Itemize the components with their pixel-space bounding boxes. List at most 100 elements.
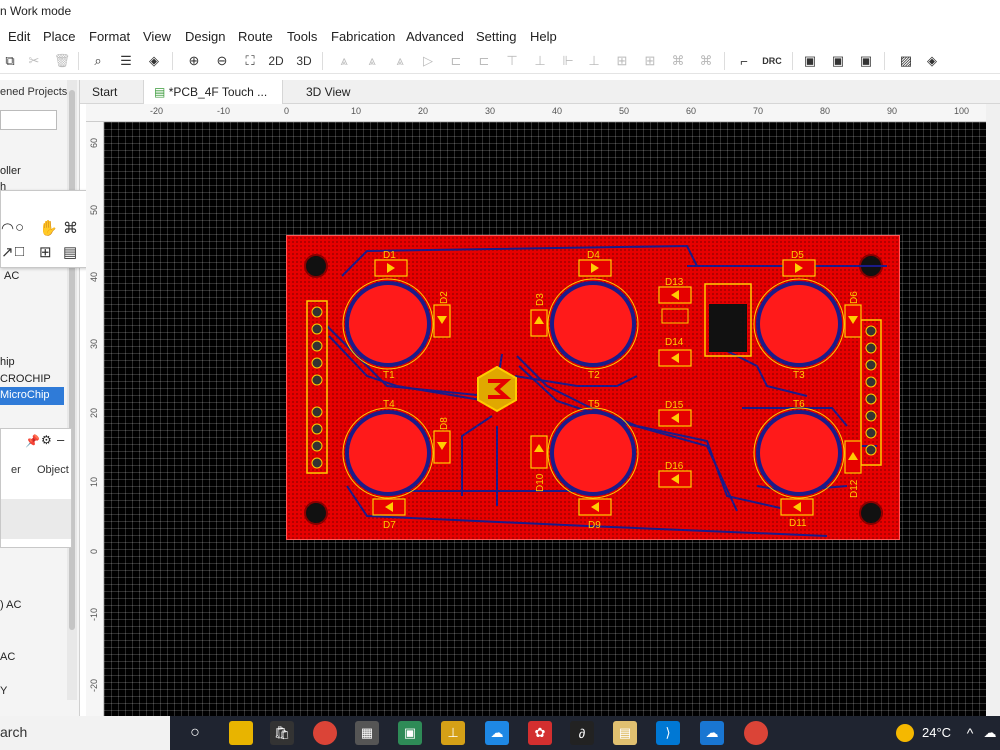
file-explorer-icon[interactable] — [229, 721, 253, 745]
align-bottom-icon[interactable]: ⊏ — [474, 52, 494, 70]
list-item[interactable]: ) AC — [0, 599, 21, 611]
align-middle-icon[interactable]: ⊏ — [446, 52, 466, 70]
fit-view-icon[interactable]: ⛶ — [240, 52, 260, 70]
list-item-selected[interactable]: MicroChip — [0, 387, 64, 405]
search-icon[interactable]: ⌕ — [88, 52, 108, 70]
arrow-icon[interactable]: ↗ — [1, 243, 14, 261]
document-app-icon[interactable]: ▤ — [613, 721, 637, 745]
mounting-hole — [304, 501, 328, 525]
left-panel-scroll-thumb[interactable] — [69, 90, 75, 630]
right-panel-edge — [986, 104, 1000, 716]
tab-object[interactable]: Object — [27, 459, 79, 483]
taskbar-search[interactable]: arch — [0, 716, 170, 750]
snap-icon[interactable]: ⌘ — [696, 52, 716, 70]
menu-fabrication[interactable]: Fabrication — [331, 29, 395, 44]
route-icon[interactable]: ⌐ — [734, 52, 754, 70]
zoom-out-icon[interactable]: ⊖ — [212, 52, 232, 70]
align-left-icon[interactable]: ⩓ — [334, 52, 354, 70]
table-icon[interactable]: ▤ — [63, 243, 77, 261]
chrome-alt-icon[interactable] — [744, 721, 768, 745]
cloud-app-icon[interactable]: ☁ — [700, 721, 724, 745]
weather-temperature: 24°C — [922, 725, 952, 740]
layers-icon[interactable]: ◈ — [922, 52, 942, 70]
chip-app-icon[interactable]: ▣ — [398, 721, 422, 745]
led-label: D9 — [588, 520, 601, 531]
cut-icon[interactable]: ✂ — [24, 52, 44, 70]
distribute-h-icon[interactable]: ⊤ — [502, 52, 522, 70]
project-search-input[interactable] — [0, 110, 57, 130]
menu-advanced[interactable]: Advanced — [406, 29, 464, 44]
new-icon[interactable]: ⧉ — [0, 52, 20, 70]
arc-icon[interactable]: ◠ — [1, 219, 14, 237]
drc-button[interactable]: DRC — [760, 52, 784, 70]
find-replace-icon[interactable]: ☰ — [116, 52, 136, 70]
view-2d-button[interactable]: 2D — [266, 52, 286, 70]
minimize-icon[interactable]: – — [57, 432, 64, 447]
align-top-icon[interactable]: ▷ — [418, 52, 438, 70]
align-right-icon[interactable]: ⩓ — [390, 52, 410, 70]
pick-place-icon[interactable]: ▣ — [856, 52, 876, 70]
tab-start[interactable]: Start — [82, 80, 138, 104]
red-app-icon[interactable]: ✿ — [528, 721, 552, 745]
align-grid-icon[interactable]: ⊩ — [558, 52, 578, 70]
menu-edit[interactable]: Edit — [8, 29, 30, 44]
measure-icon[interactable]: ◈ — [144, 52, 164, 70]
cloud-app-icon[interactable]: ☁ — [485, 721, 509, 745]
distribute-v-icon[interactable]: ⊥ — [530, 52, 550, 70]
list-item[interactable]: oller — [0, 165, 21, 177]
list-item[interactable]: hip — [0, 356, 15, 368]
hand-icon[interactable]: ✋ — [39, 219, 58, 237]
tab-pcb[interactable]: ▤ *PCB_4F Touch ... — [143, 80, 283, 104]
menu-view[interactable]: View — [143, 29, 171, 44]
film-icon[interactable]: ▦ — [355, 721, 379, 745]
store-icon[interactable]: 🛍 — [270, 721, 294, 745]
menu-design[interactable]: Design — [185, 29, 225, 44]
list-item[interactable]: AC — [4, 270, 19, 282]
ruler-label: 40 — [89, 271, 99, 282]
bom-icon[interactable]: ▣ — [800, 52, 820, 70]
ruler-label: 90 — [887, 106, 898, 116]
led-label: D13 — [665, 277, 684, 288]
dimension-icon[interactable]: ⊞ — [39, 243, 52, 261]
menu-format[interactable]: Format — [89, 29, 130, 44]
chrome-icon[interactable] — [313, 721, 337, 745]
ruler-label: 20 — [418, 106, 429, 116]
list-item[interactable]: Y — [0, 685, 7, 697]
list-item[interactable]: CROCHIP — [0, 373, 51, 385]
led-label: D7 — [383, 520, 396, 531]
vscode-icon[interactable]: ⟩ — [656, 721, 680, 745]
pin-icon[interactable]: 📌 — [25, 434, 40, 448]
rectangle-icon[interactable]: □ — [15, 243, 24, 260]
menu-setting[interactable]: Setting — [476, 29, 516, 44]
align-bottom-edge-icon[interactable]: ⊥ — [584, 52, 604, 70]
menu-route[interactable]: Route — [238, 29, 273, 44]
pen-app-icon[interactable]: ∂ — [570, 721, 594, 745]
bezier-icon[interactable]: ⌘ — [63, 219, 78, 237]
pad-label: T2 — [588, 370, 600, 381]
cortana-icon[interactable]: ○ — [183, 721, 207, 745]
onedrive-icon[interactable]: ☁ — [978, 721, 1000, 745]
list-item[interactable]: AC — [0, 651, 15, 663]
menu-help[interactable]: Help — [530, 29, 557, 44]
circle-icon[interactable]: ○ — [15, 219, 24, 236]
group-icon[interactable]: ⊞ — [612, 52, 632, 70]
ungroup-icon[interactable]: ⊞ — [640, 52, 660, 70]
ruler-label: 30 — [485, 106, 496, 116]
led-label: D3 — [535, 293, 546, 306]
align-center-icon[interactable]: ⩓ — [362, 52, 382, 70]
lock-icon[interactable]: ⌘ — [668, 52, 688, 70]
gear-icon[interactable]: ⚙ — [41, 433, 52, 447]
toolbar-separator — [172, 52, 173, 70]
gerber-icon[interactable]: ▣ — [828, 52, 848, 70]
ruler-label: 60 — [686, 106, 697, 116]
tab-3d-view[interactable]: 3D View — [296, 80, 416, 104]
ruler-label: 70 — [753, 106, 764, 116]
view-3d-button[interactable]: 3D — [294, 52, 314, 70]
menu-tools[interactable]: Tools — [287, 29, 317, 44]
image-icon[interactable]: ▨ — [896, 52, 916, 70]
pcb-board[interactable]: T1 T2 T3 T4 T5 T6 D1 D4 D5 D13 D14 D15 D… — [286, 235, 900, 540]
zoom-in-icon[interactable]: ⊕ — [184, 52, 204, 70]
delete-icon[interactable]: 🗑 — [52, 52, 72, 70]
menu-place[interactable]: Place — [43, 29, 76, 44]
ide-icon[interactable]: ⊥ — [441, 721, 465, 745]
